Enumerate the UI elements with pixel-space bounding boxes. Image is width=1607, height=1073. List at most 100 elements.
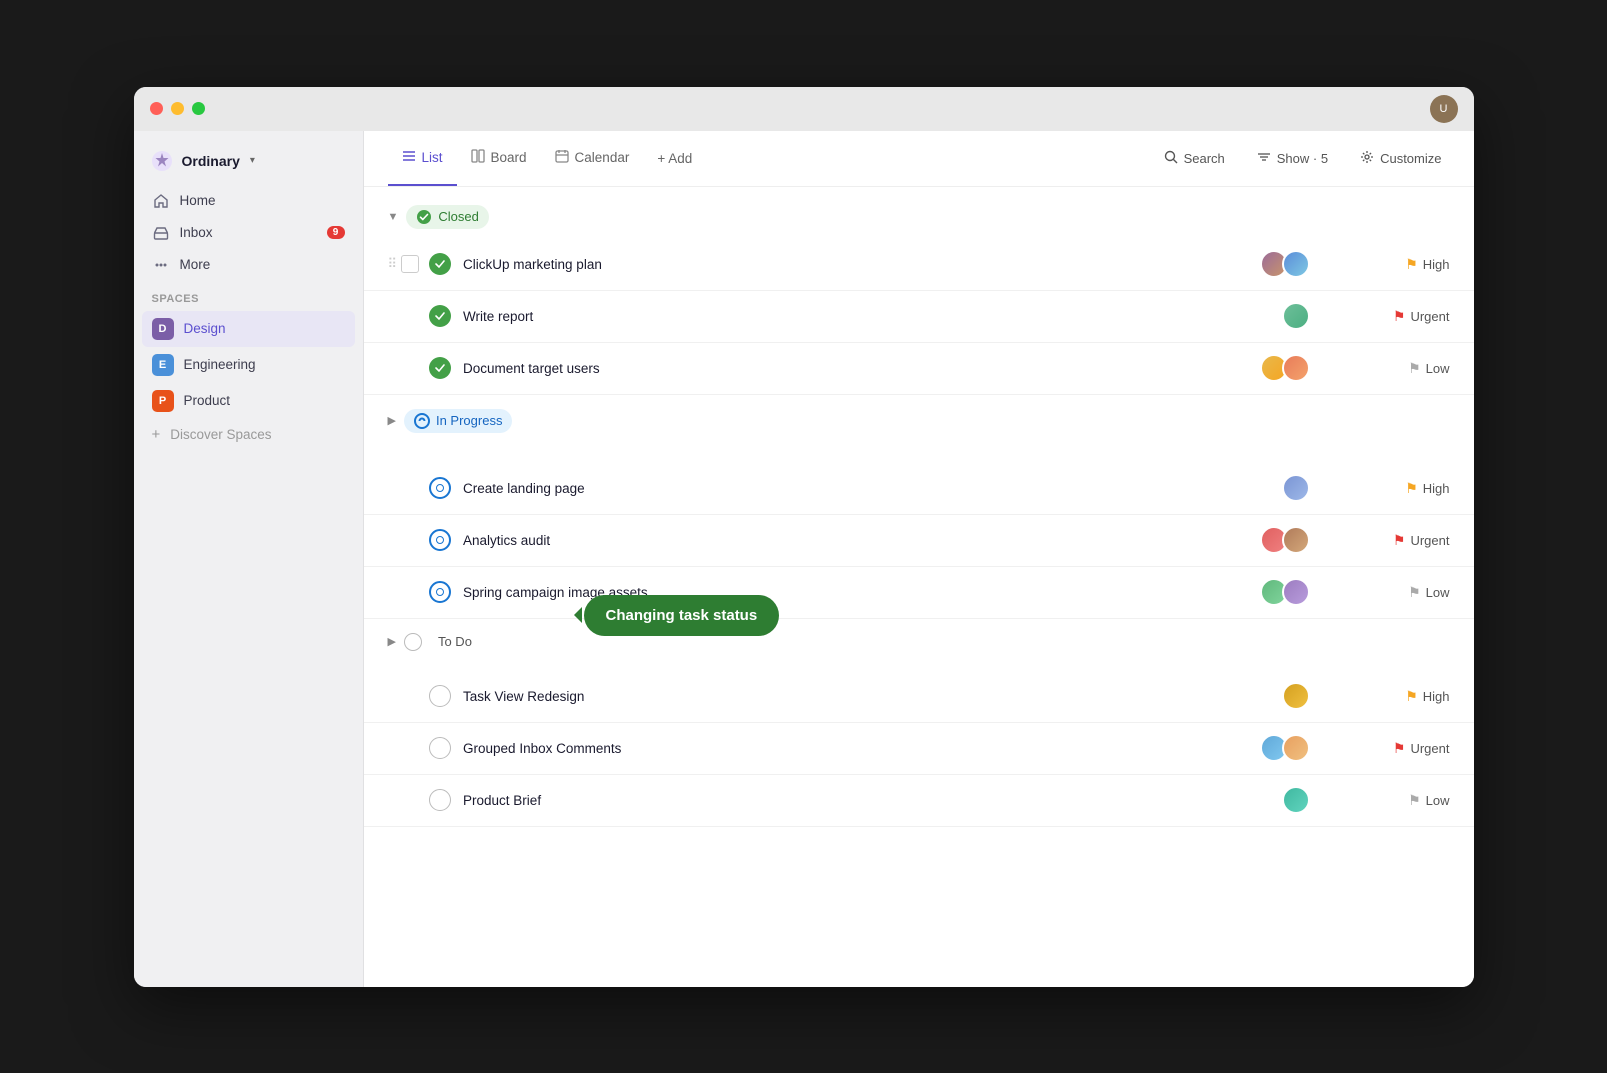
priority-label: Urgent [1410, 533, 1449, 548]
task-status-closed-icon[interactable] [429, 305, 451, 327]
avatar [1282, 354, 1310, 382]
task-status-todo-icon[interactable] [429, 685, 451, 707]
task-name: Create landing page [463, 481, 1281, 496]
calendar-tab-icon [555, 149, 569, 166]
sidebar-item-design-label: Design [184, 321, 226, 336]
add-view-button[interactable]: + Add [643, 131, 706, 187]
table-row[interactable]: ⠿ Analytics audit ⚑ Urgent [364, 515, 1474, 567]
sidebar-item-engineering[interactable]: E Engineering [142, 347, 355, 383]
closed-status-icon [416, 209, 432, 225]
tab-list[interactable]: List [388, 131, 457, 187]
table-row[interactable]: ⠿ Document target users [364, 343, 1474, 395]
tab-calendar-label: Calendar [575, 150, 630, 165]
task-name: Grouped Inbox Comments [463, 741, 1259, 756]
section-in-progress: ▶ In Progress ⠿ [364, 399, 1474, 619]
sidebar-item-home-label: Home [180, 193, 216, 208]
list-tab-icon [402, 149, 416, 166]
task-priority: ⚑ Urgent [1370, 308, 1450, 325]
sidebar-item-design[interactable]: D Design [142, 311, 355, 347]
task-status-todo-icon[interactable] [429, 737, 451, 759]
minimize-button[interactable] [171, 102, 184, 115]
task-status-todo-icon[interactable] [429, 789, 451, 811]
task-priority: ⚑ High [1370, 688, 1450, 705]
workspace-name: Ordinary [182, 153, 240, 169]
table-row[interactable]: ⠿ Write report ⚑ Urg [364, 291, 1474, 343]
tab-board[interactable]: Board [457, 131, 541, 187]
close-button[interactable] [150, 102, 163, 115]
task-status-inprogress-icon[interactable] [429, 581, 451, 603]
task-avatars [1260, 578, 1310, 606]
task-avatars [1260, 734, 1310, 762]
task-priority: ⚑ Urgent [1370, 740, 1450, 757]
sidebar-item-more[interactable]: More [142, 249, 355, 281]
user-avatar[interactable]: U [1430, 95, 1458, 123]
customize-button[interactable]: Customize [1352, 145, 1449, 172]
plus-icon: + [152, 426, 161, 443]
section-closed-header[interactable]: ▼ Closed [364, 195, 1474, 239]
priority-label: Urgent [1410, 741, 1449, 756]
task-status-closed-icon[interactable] [429, 253, 451, 275]
avatar [1282, 250, 1310, 278]
task-status-todo-icon [404, 633, 422, 651]
table-row[interactable]: ⠿ Spring campaign image assets ⚑ Low [364, 567, 1474, 619]
table-row[interactable]: ⠿ Product Brief ⚑ Low [364, 775, 1474, 827]
task-priority: ⚑ High [1370, 480, 1450, 497]
avatar [1282, 786, 1310, 814]
inbox-badge: 9 [327, 226, 345, 239]
avatar [1282, 682, 1310, 710]
design-space-icon: D [152, 318, 174, 340]
task-priority: ⚑ Low [1370, 792, 1450, 809]
search-button[interactable]: Search [1156, 145, 1233, 172]
task-avatars [1282, 474, 1310, 502]
show-icon [1257, 150, 1271, 167]
section-todo-label: To Do [438, 634, 472, 649]
table-row[interactable]: ⠿ Task View Redesign ⚑ High [364, 671, 1474, 723]
table-row[interactable]: ⠿ Grouped Inbox Comments ⚑ Urgent [364, 723, 1474, 775]
priority-label: High [1423, 689, 1450, 704]
board-tab-icon [471, 149, 485, 166]
priority-label: Low [1426, 585, 1450, 600]
home-icon [152, 192, 170, 210]
task-status-inprogress-icon[interactable] [429, 477, 451, 499]
more-icon [152, 256, 170, 274]
task-priority: ⚑ Low [1370, 360, 1450, 377]
task-avatars [1282, 682, 1310, 710]
product-space-icon: P [152, 390, 174, 412]
task-checkbox[interactable] [401, 255, 419, 273]
sidebar-item-product[interactable]: P Product [142, 383, 355, 419]
search-icon [1164, 150, 1178, 167]
table-row[interactable]: ⠿ Create landing page ⚑ High [364, 463, 1474, 515]
task-name: Spring campaign image assets [463, 585, 1259, 600]
sidebar-item-inbox[interactable]: Inbox 9 [142, 217, 355, 249]
maximize-button[interactable] [192, 102, 205, 115]
inbox-icon [152, 224, 170, 242]
task-avatars [1260, 526, 1310, 554]
task-avatars [1282, 302, 1310, 330]
task-status-closed-icon[interactable] [429, 357, 451, 379]
section-inprogress-expand-icon: ▶ [388, 414, 396, 427]
section-todo-header[interactable]: ▶ To Do [364, 623, 1474, 661]
tab-calendar[interactable]: Calendar [541, 131, 644, 187]
priority-flag-icon: ⚑ [1408, 792, 1421, 809]
task-avatars [1282, 786, 1310, 814]
priority-flag-icon: ⚑ [1405, 688, 1418, 705]
priority-flag-icon: ⚑ [1393, 532, 1406, 549]
sidebar-item-more-label: More [180, 257, 211, 272]
show-label: Show · 5 [1277, 151, 1328, 166]
sidebar-item-home[interactable]: Home [142, 185, 355, 217]
sidebar: Ordinary ▾ Home [134, 131, 364, 987]
workspace-logo-icon [150, 149, 174, 173]
section-inprogress-header[interactable]: ▶ In Progress [364, 399, 1474, 443]
section-closed-label: Closed [438, 209, 478, 224]
workspace-selector[interactable]: Ordinary ▾ [134, 143, 363, 185]
table-row[interactable]: ⠿ ClickUp marketing plan [364, 239, 1474, 291]
task-status-inprogress-icon[interactable] [429, 529, 451, 551]
section-todo: ▶ To Do ⠿ Task View Redesign [364, 623, 1474, 827]
discover-spaces-button[interactable]: + Discover Spaces [142, 419, 355, 450]
show-button[interactable]: Show · 5 [1249, 145, 1336, 172]
section-inprogress-badge: In Progress [404, 409, 512, 433]
customize-label: Customize [1380, 151, 1441, 166]
avatar [1282, 526, 1310, 554]
tab-list-label: List [422, 150, 443, 165]
sidebar-nav: Home Inbox 9 [134, 185, 363, 281]
